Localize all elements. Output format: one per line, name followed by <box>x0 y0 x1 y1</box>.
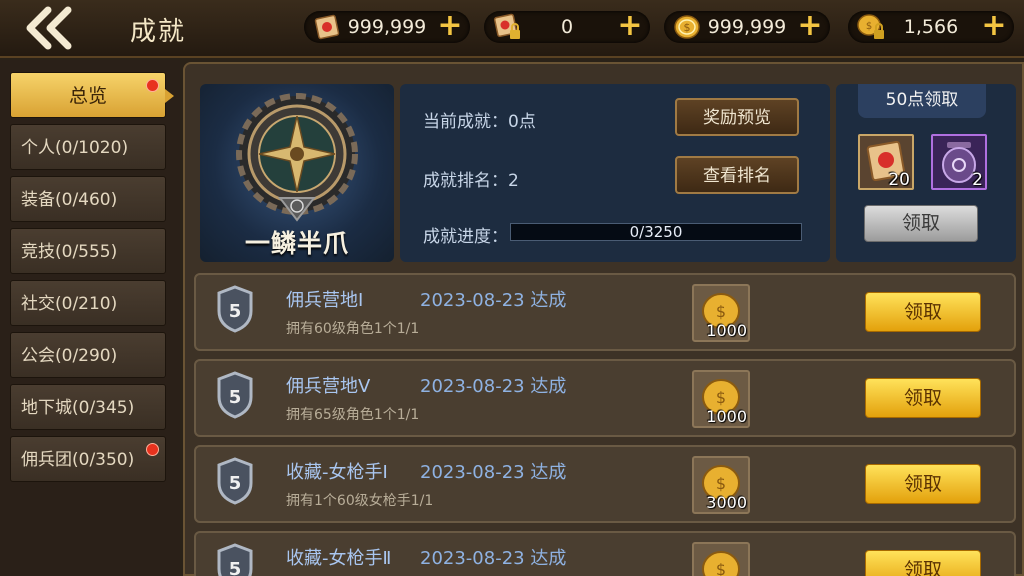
svg-text:$: $ <box>716 560 726 576</box>
reward-amount: 1000 <box>706 407 747 426</box>
achievement-row: 5 收藏-女枪手Ⅱ 2023-08-23 达成 $ 领取 <box>194 531 1016 576</box>
reward-coin-item[interactable]: $ 1000 <box>692 370 750 428</box>
reward-preview-button[interactable]: 奖励预览 <box>675 98 799 136</box>
sidebar-item-label: 个人(0/1020) <box>21 138 129 158</box>
sidebar-item-label: 社交(0/210) <box>21 294 118 314</box>
svg-text:$: $ <box>716 302 726 321</box>
locked-coin-icon: $ <box>857 14 884 39</box>
progress-label: 成就进度： <box>423 227 508 247</box>
locked-scroll-icon <box>493 13 520 39</box>
achievement-description: 拥有1个60级女枪手1/1 <box>286 493 434 509</box>
notification-dot <box>146 79 159 92</box>
svg-text:$: $ <box>866 21 872 32</box>
add-currency-button[interactable]: + <box>796 11 824 43</box>
achievement-title: 收藏-女枪手Ⅰ <box>286 462 388 483</box>
currency-value: 999,999 <box>707 16 787 38</box>
reward-coin-item[interactable]: $ 1000 <box>692 284 750 342</box>
sidebar-item-overview[interactable]: 总览 <box>10 72 174 118</box>
level-shield-icon: 5 <box>217 543 253 576</box>
achievement-description: 拥有65级角色1个1/1 <box>286 407 420 423</box>
achievement-row: 5 佣兵营地Ⅴ 2023-08-23 达成 拥有65级角色1个1/1 $ 100… <box>194 359 1016 437</box>
top-bar: 成就 999,999 + 0 + $ 999,999 + $ 1,566 + <box>0 0 1024 58</box>
reward-amount: 1000 <box>706 321 747 340</box>
milestone-reward-panel: 50点领取 20 2 领取 <box>836 84 1016 262</box>
milestone-title: 50点领取 <box>858 84 986 118</box>
sidebar-item-personal[interactable]: 个人(0/1020) <box>10 124 166 170</box>
achievement-title: 佣兵营地Ⅰ <box>286 290 364 311</box>
currency-locked-scroll: 0 + <box>484 11 650 43</box>
achievement-date: 2023-08-23 达成 <box>420 376 567 397</box>
svg-text:$: $ <box>716 388 726 407</box>
emblem-title: 一鳞半爪 <box>244 229 349 258</box>
sidebar-item-label: 总览 <box>68 85 107 107</box>
sidebar-item-equipment[interactable]: 装备(0/460) <box>10 176 166 222</box>
red-scroll-icon <box>314 14 340 40</box>
currency-value: 999,999 <box>347 16 427 38</box>
sidebar-item-social[interactable]: 社交(0/210) <box>10 280 166 326</box>
currency-value: 1,566 <box>903 16 959 38</box>
compass-emblem-icon <box>236 93 358 222</box>
gold-coin-icon: $ <box>702 551 740 576</box>
claim-button[interactable]: 领取 <box>865 550 981 576</box>
achievement-title: 佣兵营地Ⅴ <box>286 376 371 397</box>
claim-milestone-button[interactable]: 领取 <box>864 205 978 242</box>
level-number: 5 <box>229 301 242 322</box>
currency-value: 0 <box>560 16 574 38</box>
item-count: 2 <box>972 170 983 190</box>
achievement-progress-bar: 0/3250 <box>510 223 802 241</box>
level-number: 5 <box>229 387 242 408</box>
sidebar-item-dungeon[interactable]: 地下城(0/345) <box>10 384 166 430</box>
sidebar-item-label: 竞技(0/555) <box>21 242 118 262</box>
reward-coin-item[interactable]: $ 3000 <box>692 456 750 514</box>
level-number: 5 <box>229 559 242 576</box>
gold-coin-icon: $ <box>674 15 700 39</box>
add-currency-button[interactable]: + <box>436 11 464 43</box>
level-shield-icon: 5 <box>217 371 253 419</box>
sidebar-item-label: 公会(0/290) <box>21 346 118 366</box>
currency-locked-coin: $ 1,566 + <box>848 11 1014 43</box>
achievement-emblem-panel: 一鳞半爪 <box>200 84 394 262</box>
add-currency-button[interactable]: + <box>980 11 1008 43</box>
item-count: 20 <box>888 170 910 190</box>
reward-item[interactable]: 2 <box>931 134 987 190</box>
view-rank-button[interactable]: 查看排名 <box>675 156 799 194</box>
claim-button[interactable]: 领取 <box>865 378 981 418</box>
sidebar-item-label: 装备(0/460) <box>21 190 118 210</box>
claim-button[interactable]: 领取 <box>865 464 981 504</box>
claim-button[interactable]: 领取 <box>865 292 981 332</box>
level-shield-icon: 5 <box>217 285 253 333</box>
achievement-info-panel: 当前成就：0点 奖励预览 成就排名：2 查看排名 成就进度： 0/3250 <box>400 84 830 262</box>
svg-text:$: $ <box>684 21 691 34</box>
achievement-title: 收藏-女枪手Ⅱ <box>286 548 392 569</box>
reward-coin-item[interactable]: $ <box>692 542 750 576</box>
sidebar-item-mercenary[interactable]: 佣兵团(0/350) <box>10 436 166 482</box>
sidebar-item-arena[interactable]: 竞技(0/555) <box>10 228 166 274</box>
progress-text: 0/3250 <box>629 223 683 241</box>
sidebar-item-label: 地下城(0/345) <box>21 398 135 418</box>
add-currency-button[interactable]: + <box>616 11 644 43</box>
page-title: 成就 <box>130 17 187 47</box>
currency-gold-coin: $ 999,999 + <box>664 11 830 43</box>
current-achievement-points: 当前成就：0点 <box>423 112 536 132</box>
level-number: 5 <box>229 473 242 494</box>
achievement-date: 2023-08-23 达成 <box>420 548 567 569</box>
sidebar-item-guild[interactable]: 公会(0/290) <box>10 332 166 378</box>
achievement-row: 5 收藏-女枪手Ⅰ 2023-08-23 达成 拥有1个60级女枪手1/1 $ … <box>194 445 1016 523</box>
double-chevron-left-icon <box>26 6 72 50</box>
achievement-date: 2023-08-23 达成 <box>420 462 567 483</box>
back-button[interactable] <box>18 6 80 50</box>
reward-item[interactable]: 20 <box>858 134 914 190</box>
level-shield-icon: 5 <box>217 457 253 505</box>
achievement-rank: 成就排名：2 <box>423 171 519 191</box>
notification-dot <box>146 443 159 456</box>
currency-red-scroll: 999,999 + <box>304 11 470 43</box>
achievement-date: 2023-08-23 达成 <box>420 290 567 311</box>
achievement-row: 5 佣兵营地Ⅰ 2023-08-23 达成 拥有60级角色1个1/1 $ 100… <box>194 273 1016 351</box>
achievement-description: 拥有60级角色1个1/1 <box>286 321 420 337</box>
reward-amount: 3000 <box>706 493 747 512</box>
sidebar-item-label: 佣兵团(0/350) <box>21 450 135 470</box>
svg-text:$: $ <box>716 474 726 493</box>
